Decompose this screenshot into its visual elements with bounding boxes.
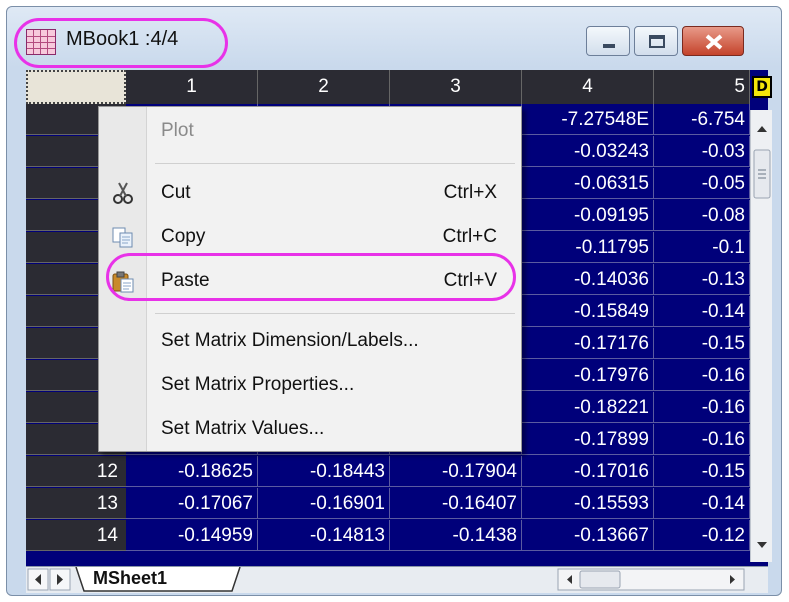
matrix-cell[interactable]: -0.16 [654, 424, 750, 455]
select-all-corner[interactable] [26, 70, 126, 104]
matrix-cell[interactable]: -0.14 [654, 296, 750, 327]
context-menu: Plot Cut Ctrl+X Copy Ctrl+C Paste Ctrl+V… [98, 106, 522, 452]
close-button[interactable] [682, 26, 744, 56]
minimize-button[interactable] [586, 26, 630, 56]
matrix-book-icon [26, 29, 56, 55]
scroll-down-icon[interactable] [757, 542, 767, 548]
matrix-cell[interactable]: -0.03243 [522, 136, 654, 167]
matrix-cell[interactable]: -0.14 [654, 488, 750, 519]
menu-item-label: Plot [161, 120, 194, 141]
matrix-cell[interactable]: -0.11795 [522, 232, 654, 263]
data-mode-badge[interactable]: D [752, 76, 772, 98]
hscroll-thumb[interactable] [579, 570, 621, 589]
column-header[interactable]: 1 [126, 70, 258, 104]
menu-item-shortcut: Ctrl+V [443, 270, 497, 291]
matrix-cell[interactable]: -0.16 [654, 392, 750, 423]
menu-item-label: Cut [161, 182, 191, 203]
minimize-icon [603, 44, 615, 48]
close-icon [705, 34, 723, 50]
matrix-cell[interactable]: -0.17899 [522, 424, 654, 455]
menu-item-label: Set Matrix Properties... [161, 374, 355, 395]
matrix-cell[interactable]: -0.16 [654, 360, 750, 391]
matrix-cell[interactable]: -0.17176 [522, 328, 654, 359]
matrix-cell[interactable]: -0.18221 [522, 392, 654, 423]
paste-icon [111, 269, 135, 293]
matrix-cell[interactable]: -0.05 [654, 168, 750, 199]
matrix-cell[interactable]: -0.09195 [522, 200, 654, 231]
copy-icon [111, 225, 135, 249]
matrix-cell[interactable]: -0.08 [654, 200, 750, 231]
restore-button[interactable] [634, 26, 678, 56]
menu-item-shortcut: Ctrl+X [443, 182, 497, 203]
row-header[interactable]: 14 [26, 520, 126, 551]
matrix-cell[interactable]: -0.06315 [522, 168, 654, 199]
menu-item-set-matrix-values[interactable]: Set Matrix Values... [147, 411, 517, 447]
menu-item-label: Set Matrix Dimension/Labels... [161, 330, 419, 351]
column-header[interactable]: 5 [654, 70, 750, 104]
matrix-cell[interactable]: -0.1 [654, 232, 750, 263]
matrix-cell[interactable]: -0.13667 [522, 520, 654, 551]
menu-item-label: Paste [161, 270, 210, 291]
matrix-cell[interactable]: -0.18625 [126, 456, 258, 487]
matrix-cell[interactable]: -0.17016 [522, 456, 654, 487]
matrix-cell[interactable]: -0.14959 [126, 520, 258, 551]
menu-item-plot[interactable]: Plot [147, 113, 517, 149]
matrix-cell[interactable]: -7.27548E [522, 104, 654, 135]
window-title: MBook1 :4/4 [66, 28, 179, 50]
matrix-cell[interactable]: -0.14036 [522, 264, 654, 295]
matrix-cell[interactable]: -0.16407 [390, 488, 522, 519]
matrix-cell[interactable]: -0.18443 [258, 456, 390, 487]
scissors-icon [111, 181, 135, 205]
scrollbar-graphics [753, 126, 771, 548]
sheet-tab-label[interactable]: MSheet1 [93, 568, 167, 589]
row-header[interactable]: 13 [26, 488, 126, 519]
matrix-cell[interactable]: -0.17904 [390, 456, 522, 487]
menu-item-paste[interactable]: Paste Ctrl+V [147, 263, 517, 299]
column-header[interactable]: 3 [390, 70, 522, 104]
scroll-up-icon[interactable] [757, 126, 767, 132]
menu-item-cut[interactable]: Cut Ctrl+X [147, 175, 517, 211]
matrix-cell[interactable]: -0.17976 [522, 360, 654, 391]
menu-item-shortcut: Ctrl+C [442, 226, 497, 247]
menu-item-label: Set Matrix Values... [161, 418, 325, 439]
matrix-cell[interactable]: -0.1438 [390, 520, 522, 551]
menu-item-copy[interactable]: Copy Ctrl+C [147, 219, 517, 255]
vertical-scrollbar[interactable] [750, 110, 772, 562]
matrix-cell[interactable]: -0.16901 [258, 488, 390, 519]
menu-item-set-matrix-properties[interactable]: Set Matrix Properties... [147, 367, 517, 403]
menu-item-set-matrix-dimension[interactable]: Set Matrix Dimension/Labels... [147, 323, 517, 359]
restore-icon [649, 35, 665, 48]
matrix-cell[interactable]: -0.15593 [522, 488, 654, 519]
matrix-cell[interactable]: -0.12 [654, 520, 750, 551]
matrix-cell[interactable]: -0.15 [654, 328, 750, 359]
row-header[interactable]: 12 [26, 456, 126, 487]
matrix-cell[interactable]: -0.17067 [126, 488, 258, 519]
matrix-cell[interactable]: -0.15849 [522, 296, 654, 327]
menu-item-label: Copy [161, 226, 206, 247]
column-header[interactable]: 2 [258, 70, 390, 104]
matrix-cell[interactable]: -0.15 [654, 456, 750, 487]
column-header[interactable]: 4 [522, 70, 654, 104]
menu-separator [155, 313, 515, 314]
matrix-cell[interactable]: -0.03 [654, 136, 750, 167]
menu-separator [155, 163, 515, 164]
matrix-cell[interactable]: -6.754 [654, 104, 750, 135]
matrix-cell[interactable]: -0.14813 [258, 520, 390, 551]
matrix-cell[interactable]: -0.13 [654, 264, 750, 295]
